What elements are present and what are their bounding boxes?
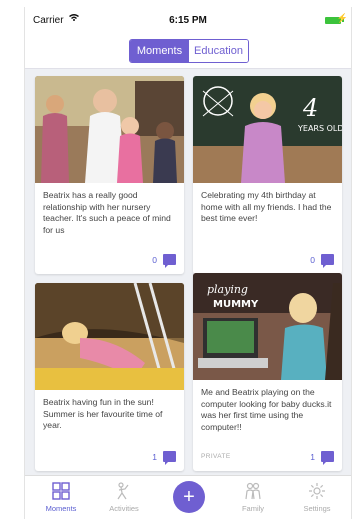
add-moment-button[interactable]: + [173,481,205,513]
moment-photo [35,76,184,183]
comment-count: 0 [310,254,315,265]
comment-count: 0 [152,254,157,265]
tab-moments[interactable]: Moments [130,40,189,62]
tab-label: Activities [109,504,139,513]
activities-icon [96,480,152,502]
segmented-control: Moments Education [129,39,249,63]
svg-text:4: 4 [302,94,318,122]
tab-bar: Moments Activities + Family Settings [25,475,351,519]
phone-screen: Carrier 6:15 PM ⚡ Moments Education Beat [24,7,352,519]
tab-label: Settings [303,504,331,513]
moment-photo [35,283,184,390]
segment-bar: Moments Education [25,35,351,69]
status-bar: Carrier 6:15 PM ⚡ [25,7,351,35]
comment-icon[interactable] [321,451,334,465]
family-icon [225,480,281,502]
moment-card[interactable]: 4 YEARS OLD Celebrating my 4th birthday … [193,76,342,274]
moment-card[interactable]: Beatrix has a really good relationship w… [35,76,184,274]
charging-icon: ⚡ [336,13,348,23]
status-time: 6:15 PM [169,15,207,26]
comment-icon[interactable] [321,254,334,268]
private-label: PRIVATE [201,453,231,460]
moment-photo: 4 YEARS OLD [193,76,342,183]
tab-label: Moments [45,504,77,513]
moment-card[interactable]: Beatrix having fun in the sun! Summer is… [35,283,184,471]
tab-activities-nav[interactable]: Activities [96,480,152,513]
svg-text:YEARS OLD: YEARS OLD [297,124,342,133]
moment-text: Beatrix has a really good relationship w… [43,190,171,235]
comment-icon[interactable] [163,254,176,268]
svg-text:playing: playing [207,283,248,296]
tab-family-nav[interactable]: Family [225,480,281,513]
moments-icon [33,480,89,502]
moment-text: Beatrix having fun in the sun! Summer is… [43,397,163,431]
moment-card[interactable]: playing MUMMY Me and Beatrix playing on … [193,273,342,471]
comment-count: 1 [310,451,315,462]
moment-text: Me and Beatrix playing on the computer l… [201,387,332,432]
comment-icon[interactable] [163,451,176,465]
comment-count: 1 [152,451,157,462]
tab-label: Family [241,504,265,513]
gear-icon [289,480,345,502]
moment-photo: playing MUMMY [193,273,342,380]
tab-education[interactable]: Education [189,40,248,62]
svg-text:MUMMY: MUMMY [213,299,259,310]
tab-settings-nav[interactable]: Settings [289,480,345,513]
moment-text: Celebrating my 4th birthday at home with… [201,190,332,224]
tab-moments-nav[interactable]: Moments [33,480,89,513]
